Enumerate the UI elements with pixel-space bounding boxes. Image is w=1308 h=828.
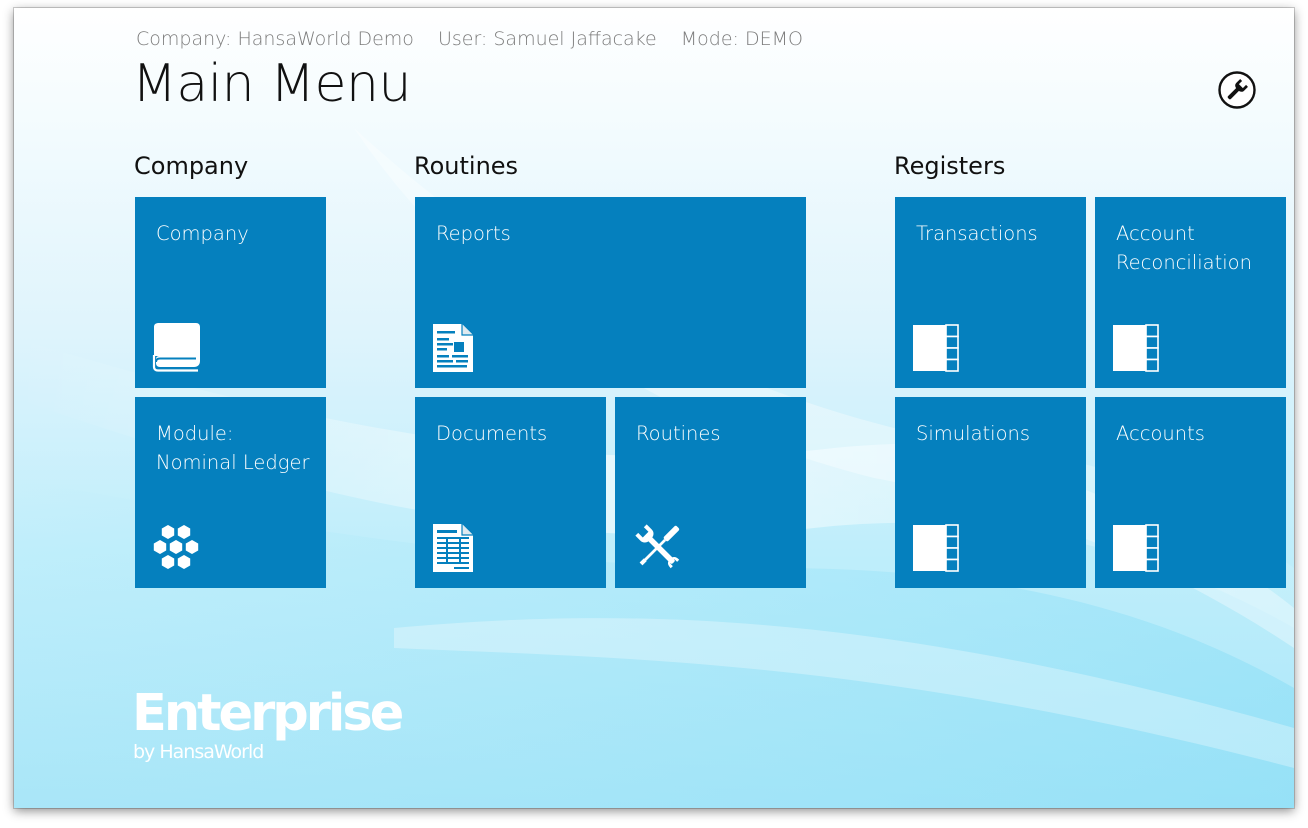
ledger-tabs-icon bbox=[1113, 524, 1159, 572]
tile-reports-label: Reports bbox=[436, 222, 511, 245]
tile-simulations-label: Simulations bbox=[916, 422, 1031, 445]
tile-routines-label: Routines bbox=[636, 422, 721, 445]
form-document-icon bbox=[433, 524, 473, 572]
wrench-icon bbox=[1218, 71, 1256, 109]
tile-reports[interactable]: Reports bbox=[415, 197, 806, 388]
tile-routines[interactable]: Routines bbox=[615, 397, 806, 588]
tile-account-reconciliation-label: Account Reconciliation bbox=[1116, 222, 1252, 274]
tile-transactions[interactable]: Transactions bbox=[895, 197, 1086, 388]
mode-info: Mode: DEMO bbox=[680, 28, 803, 50]
tools-icon bbox=[635, 524, 680, 569]
logo-main-text: Enterprise bbox=[132, 684, 404, 743]
main-menu-window: Company: HansaWorld Demo User: Samuel Ja… bbox=[14, 8, 1294, 808]
tile-simulations[interactable]: Simulations bbox=[895, 397, 1086, 588]
tile-accounts[interactable]: Accounts bbox=[1095, 397, 1286, 588]
book-icon bbox=[152, 323, 200, 372]
group-title-company: Company bbox=[134, 152, 249, 180]
report-document-icon bbox=[433, 324, 473, 372]
tile-account-reconciliation[interactable]: Account Reconciliation bbox=[1095, 197, 1286, 388]
enterprise-logo: Enterprise by HansaWorld bbox=[132, 684, 404, 763]
tile-documents-label: Documents bbox=[436, 422, 548, 445]
tile-accounts-label: Accounts bbox=[1116, 422, 1205, 445]
logo-sub-text: by HansaWorld bbox=[133, 741, 264, 763]
tile-module-label: Module: Nominal Ledger bbox=[156, 422, 310, 474]
tile-documents[interactable]: Documents bbox=[415, 397, 606, 588]
tile-transactions-label: Transactions bbox=[916, 222, 1038, 245]
group-title-registers: Registers bbox=[894, 152, 1006, 180]
settings-button[interactable] bbox=[1218, 71, 1256, 109]
hexagon-cluster-icon bbox=[152, 523, 200, 571]
session-info: Company: HansaWorld Demo User: Samuel Ja… bbox=[136, 28, 821, 50]
ledger-tabs-icon bbox=[913, 524, 959, 572]
page-title: Main Menu bbox=[132, 54, 411, 114]
group-title-routines: Routines bbox=[414, 152, 519, 180]
tile-company-label: Company bbox=[156, 222, 249, 245]
tile-module-nominal-ledger[interactable]: Module: Nominal Ledger bbox=[135, 397, 326, 588]
ledger-tabs-icon bbox=[913, 324, 959, 372]
ledger-tabs-icon bbox=[1113, 324, 1159, 372]
tile-company[interactable]: Company bbox=[135, 197, 326, 388]
company-info: Company: HansaWorld Demo bbox=[136, 28, 414, 50]
user-info: User: Samuel Jaffacake bbox=[437, 28, 657, 50]
